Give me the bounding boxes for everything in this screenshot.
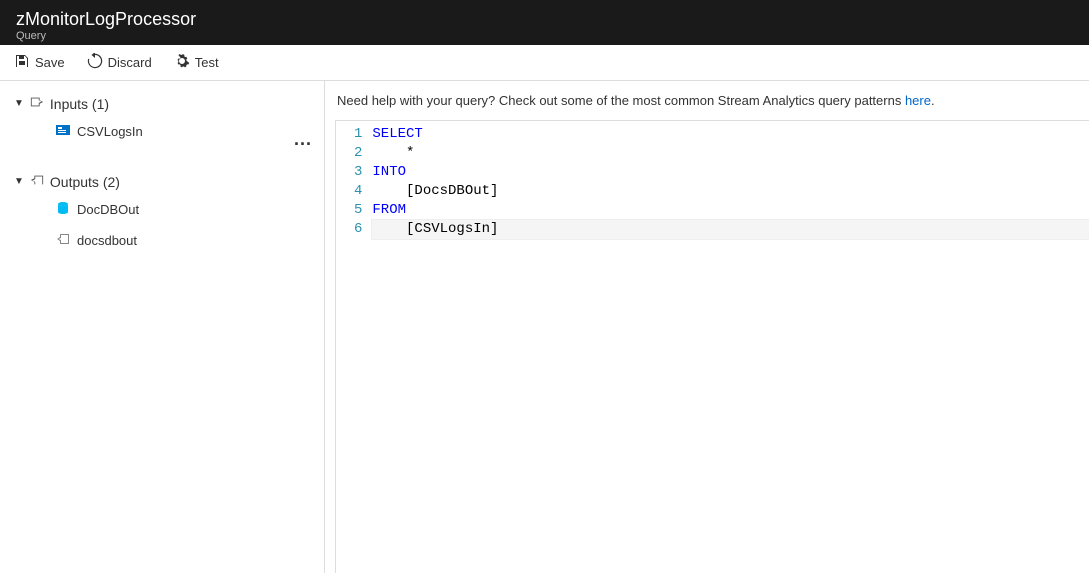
code-line[interactable]: [DocsDBOut] (372, 182, 1089, 201)
code-line[interactable]: FROM (372, 201, 1089, 220)
toolbar: Save Discard Test (0, 45, 1089, 81)
main-panel: Need help with your query? Check out som… (325, 81, 1089, 573)
more-options-button[interactable]: ... (294, 129, 312, 150)
output-item-label: DocDBOut (77, 202, 139, 217)
code-line[interactable]: SELECT (372, 125, 1089, 144)
discard-label: Discard (108, 55, 152, 70)
stream-input-icon (56, 123, 70, 140)
output-item-docdbout[interactable]: DocDBOut (14, 194, 310, 225)
outputs-label: Outputs (2) (50, 174, 120, 190)
sidebar: ▼ Inputs (1) CSVLogsIn ... ▼ Outputs (0, 81, 325, 573)
input-item-csvlogsin[interactable]: CSVLogsIn (14, 116, 310, 147)
inputs-header[interactable]: ▼ Inputs (1) (14, 91, 310, 116)
code-line[interactable]: INTO (372, 163, 1089, 182)
query-editor[interactable]: 123456 SELECT *INTO [DocsDBOut]FROM [CSV… (335, 120, 1089, 573)
documentdb-icon (56, 201, 70, 218)
save-button[interactable]: Save (12, 49, 67, 76)
output-item-docsdbout[interactable]: docsdbout (14, 225, 310, 256)
caret-down-icon: ▼ (14, 176, 24, 187)
page-subtitle: Query (16, 30, 1073, 43)
input-group-icon (30, 95, 44, 112)
content: ▼ Inputs (1) CSVLogsIn ... ▼ Outputs (0, 81, 1089, 573)
caret-down-icon: ▼ (14, 98, 24, 109)
line-number: 5 (354, 201, 362, 220)
line-number: 6 (354, 220, 362, 239)
code-line[interactable]: * (372, 144, 1089, 163)
help-link[interactable]: here (905, 93, 931, 108)
code-line[interactable]: [CSVLogsIn] (372, 220, 1089, 239)
line-number: 1 (354, 125, 362, 144)
page-title: zMonitorLogProcessor (16, 8, 1073, 30)
header: zMonitorLogProcessor Query (0, 0, 1089, 45)
line-gutter: 123456 (336, 121, 372, 243)
gear-icon (174, 53, 190, 72)
code-area[interactable]: SELECT *INTO [DocsDBOut]FROM [CSVLogsIn] (372, 121, 1089, 243)
outputs-header[interactable]: ▼ Outputs (2) (14, 169, 310, 194)
outputs-section: ▼ Outputs (2) DocDBOut docsdbout (14, 169, 310, 256)
discard-button[interactable]: Discard (85, 49, 154, 76)
save-label: Save (35, 55, 65, 70)
test-label: Test (195, 55, 219, 70)
discard-icon (87, 53, 103, 72)
line-number: 4 (354, 182, 362, 201)
inputs-label: Inputs (1) (50, 96, 109, 112)
output-icon (56, 232, 70, 249)
help-prefix: Need help with your query? Check out som… (337, 93, 905, 108)
help-suffix: . (931, 93, 935, 108)
line-number: 3 (354, 163, 362, 182)
output-item-label: docsdbout (77, 233, 137, 248)
output-group-icon (30, 173, 44, 190)
help-text: Need help with your query? Check out som… (325, 81, 1089, 120)
inputs-section: ▼ Inputs (1) CSVLogsIn (14, 91, 310, 147)
line-number: 2 (354, 144, 362, 163)
save-icon (14, 53, 30, 72)
input-item-label: CSVLogsIn (77, 124, 143, 139)
test-button[interactable]: Test (172, 49, 221, 76)
